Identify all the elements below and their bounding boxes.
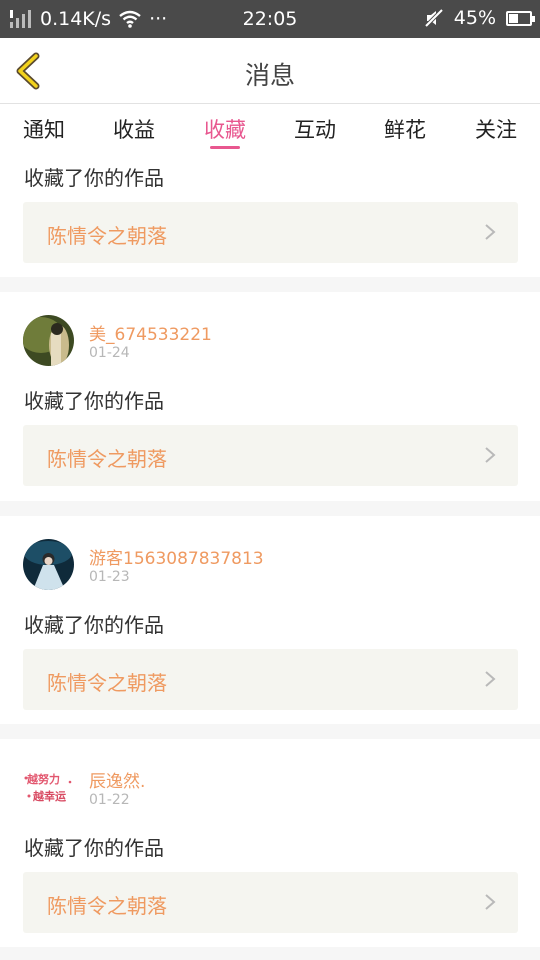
avatar[interactable]: [23, 539, 74, 590]
work-link[interactable]: 陈情令之朝落: [23, 872, 518, 933]
page-title: 消息: [244, 61, 295, 90]
battery-percent: 45%: [453, 7, 496, 29]
chevron-right-icon: [485, 894, 496, 910]
battery-icon: [506, 10, 535, 26]
active-tab-indicator: [210, 146, 240, 149]
nav-bar: 消息: [0, 38, 540, 104]
avatar[interactable]: 越努力 越幸运: [23, 762, 74, 813]
username[interactable]: 美_674533221: [89, 320, 212, 345]
status-bar: 0.14K/s ··· 22:05 45%: [0, 0, 540, 38]
item-date: 01-24: [89, 345, 130, 361]
work-link[interactable]: 陈情令之朝落: [23, 649, 518, 710]
username[interactable]: 辰逸然.: [89, 767, 145, 792]
tab-earnings[interactable]: 收益: [102, 114, 166, 144]
chevron-right-icon: [485, 671, 496, 687]
battery-fill: [509, 13, 518, 23]
tab-following[interactable]: 关注: [464, 114, 528, 144]
tab-interactions[interactable]: 互动: [283, 114, 347, 144]
list-item: 游客1563087837813 01-23 收藏了你的作品 陈情令之朝落: [0, 516, 540, 724]
tab-favorites[interactable]: 收藏: [193, 114, 257, 144]
item-date: 01-23: [89, 569, 130, 585]
list-item: 越努力 越幸运 辰逸然. 01-22 收藏了你的作品 陈情令之朝落: [0, 739, 540, 947]
chevron-right-icon: [485, 224, 496, 240]
item-message: 收藏了你的作品: [24, 613, 164, 637]
avatar[interactable]: [23, 315, 74, 366]
item-date: 01-22: [89, 792, 130, 808]
tab-notifications[interactable]: 通知: [12, 114, 76, 144]
work-link[interactable]: 陈情令之朝落: [23, 425, 518, 486]
svg-text:越努力: 越努力: [26, 772, 60, 786]
work-title: 陈情令之朝落: [47, 224, 167, 248]
work-link[interactable]: 陈情令之朝落: [23, 202, 518, 263]
item-message: 收藏了你的作品: [24, 836, 164, 860]
chevron-right-icon: [485, 447, 496, 463]
mute-icon: [424, 8, 444, 28]
svg-text:越幸运: 越幸运: [32, 789, 66, 803]
list-item: 收藏了你的作品 陈情令之朝落: [0, 156, 540, 277]
work-title: 陈情令之朝落: [47, 671, 167, 695]
item-message: 收藏了你的作品: [24, 389, 164, 413]
tab-flowers[interactable]: 鲜花: [373, 114, 437, 144]
work-title: 陈情令之朝落: [47, 447, 167, 471]
list-item: 美_674533221 01-24 收藏了你的作品 陈情令之朝落: [0, 292, 540, 501]
item-message: 收藏了你的作品: [24, 166, 164, 190]
username[interactable]: 游客1563087837813: [89, 544, 264, 569]
work-title: 陈情令之朝落: [47, 894, 167, 918]
tab-bar: 通知 收益 收藏 互动 鲜花 关注: [0, 104, 540, 156]
